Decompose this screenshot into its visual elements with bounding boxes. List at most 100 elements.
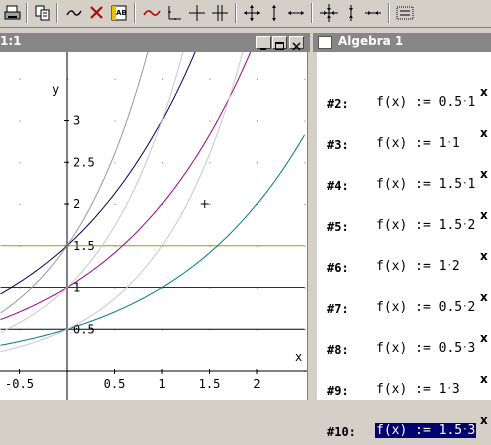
plot-window: 1:1 -0.50.511.52-0.50.511.522.53xy bbox=[0, 33, 310, 400]
expression-exponent: x bbox=[480, 331, 488, 345]
expression-label: #6: bbox=[327, 261, 349, 275]
x-axis-label: x bbox=[295, 350, 302, 364]
origin-axes-button[interactable] bbox=[163, 2, 185, 24]
grid-dot bbox=[304, 245, 306, 247]
copy-button[interactable] bbox=[32, 2, 54, 24]
vertical-arrows-icon bbox=[272, 5, 276, 21]
crosshair-button[interactable] bbox=[186, 2, 208, 24]
trace-mode-button[interactable] bbox=[141, 2, 163, 24]
plot-expression-button[interactable] bbox=[63, 2, 85, 24]
pan-button[interactable] bbox=[241, 2, 263, 24]
x-tick-label: 2 bbox=[253, 377, 260, 391]
zoom-horizontal-button[interactable] bbox=[285, 2, 307, 24]
expression-prefix: f(x) := bbox=[376, 382, 439, 397]
algebra-row[interactable]: #3: f(x) := 1·1 x bbox=[317, 126, 491, 158]
expression-base: 2 bbox=[467, 218, 476, 233]
close-icon bbox=[292, 42, 301, 51]
printer-icon bbox=[4, 5, 21, 20]
x-tick-label: 1.5 bbox=[199, 377, 221, 391]
expression-label: #5: bbox=[327, 220, 349, 234]
maximize-button[interactable] bbox=[272, 36, 287, 50]
algebra-row[interactable]: #2: f(x) := 0.5·1 x bbox=[317, 85, 491, 117]
ab-icon: AB bbox=[111, 5, 127, 21]
expression-exponent: x bbox=[480, 85, 488, 99]
y-tick-label: 2 bbox=[73, 197, 80, 211]
grid-crosshair-button[interactable] bbox=[209, 2, 231, 24]
zoom-in-button[interactable] bbox=[318, 2, 340, 24]
expression-label: #8: bbox=[327, 343, 349, 357]
grid-dot bbox=[209, 120, 211, 122]
expression-label: #2: bbox=[327, 97, 349, 111]
expression-coefficient: 1.5 bbox=[438, 218, 463, 233]
expression-exponent: x bbox=[480, 167, 488, 181]
grid-dot bbox=[304, 204, 306, 205]
plot-window-title: 1:1 bbox=[0, 34, 22, 48]
expression-label: #3: bbox=[327, 138, 349, 152]
expression[interactable]: f(x) := 0.5·2 bbox=[375, 300, 476, 315]
coordinates-button[interactable] bbox=[394, 2, 416, 24]
algebra-row[interactable]: #4: f(x) := 1.5·1 x bbox=[317, 167, 491, 199]
zoom-out-vertical-button[interactable] bbox=[340, 2, 362, 24]
grid-dot bbox=[257, 162, 258, 164]
expression-exponent: x bbox=[480, 249, 488, 263]
compress-vertical-icon bbox=[349, 5, 353, 21]
axes-icon bbox=[168, 6, 181, 20]
plot-curve-icon bbox=[66, 10, 82, 16]
algebra-row[interactable]: #7: f(x) := 0.5·2 x bbox=[317, 290, 491, 322]
expression-base: 1 bbox=[451, 136, 460, 151]
grid-dot bbox=[162, 78, 163, 80]
grid-dot bbox=[19, 78, 21, 80]
grid-dot bbox=[304, 120, 306, 122]
plot-area[interactable]: -0.50.511.52-0.50.511.522.53xy bbox=[0, 52, 307, 400]
algebra-row[interactable]: #6: f(x) := 1·2 x bbox=[317, 249, 491, 281]
y-tick-label: 3 bbox=[73, 114, 80, 128]
grid-dot bbox=[19, 204, 21, 205]
print-button[interactable] bbox=[2, 2, 24, 24]
trace-curve-icon bbox=[143, 10, 161, 16]
algebra-row[interactable]: #8: f(x) := 0.5·3 x bbox=[317, 331, 491, 363]
expression-prefix: f(x) := bbox=[376, 95, 439, 110]
zoom-vertical-button[interactable] bbox=[263, 2, 285, 24]
expression[interactable]: f(x) := 1.5·1 bbox=[375, 177, 476, 192]
compress-horizontal-icon bbox=[365, 11, 381, 15]
grid-dot bbox=[304, 329, 306, 331]
grid-dot bbox=[209, 78, 211, 80]
algebra-expression-list: #2: f(x) := 0.5·1 x #3: f(x) := 1·1 x #4: f(x) … bbox=[317, 52, 491, 439]
grid-dot bbox=[304, 162, 306, 164]
zoom-out-horizontal-button[interactable] bbox=[362, 2, 384, 24]
expression[interactable]: f(x) := 1·1 bbox=[375, 136, 461, 151]
grid-crosshair-icon bbox=[212, 5, 228, 21]
move-arrows-icon bbox=[244, 5, 260, 21]
expression-exponent: x bbox=[480, 208, 488, 222]
minimize-button[interactable] bbox=[256, 36, 271, 50]
grid-dot bbox=[209, 162, 211, 164]
grid-dot bbox=[304, 78, 306, 80]
expression-exponent: x bbox=[480, 372, 488, 386]
expression[interactable]: f(x) := 0.5·1 bbox=[375, 95, 476, 110]
auto-scale-button[interactable]: AB bbox=[108, 2, 130, 24]
grid-dot bbox=[114, 78, 116, 80]
expression-prefix: f(x) := bbox=[376, 218, 439, 233]
expression-label: #7: bbox=[327, 302, 349, 316]
algebra-titlebar: Algebra 1 bbox=[313, 33, 491, 52]
grid-dot bbox=[257, 78, 258, 80]
curve-series bbox=[0, 52, 149, 314]
close-button[interactable] bbox=[289, 36, 304, 51]
expression[interactable]: f(x) := 0.5·3 bbox=[375, 341, 476, 356]
y-axis-label: y bbox=[52, 82, 59, 96]
expression-exponent: x bbox=[480, 126, 488, 140]
algebra-row[interactable]: #5: f(x) := 1.5·2 x bbox=[317, 208, 491, 240]
selected-expression[interactable]: f(x) := 1.5·3 bbox=[375, 423, 477, 438]
expression-prefix: f(x) := bbox=[376, 300, 439, 315]
expression[interactable]: f(x) := 1·2 bbox=[375, 259, 461, 274]
expression-exponent: x bbox=[480, 290, 488, 304]
algebra-row[interactable]: #10: f(x) := 1.5·3 x bbox=[317, 413, 491, 445]
expression[interactable]: f(x) := 1·3 bbox=[375, 382, 461, 397]
expression[interactable]: f(x) := 1.5·2 bbox=[375, 218, 476, 233]
expression-coefficient: 0.5 bbox=[438, 300, 463, 315]
plot-window-border bbox=[307, 52, 310, 400]
grid-dot bbox=[304, 287, 306, 289]
grid-dot bbox=[257, 120, 258, 122]
crosshair-icon bbox=[189, 5, 205, 21]
delete-plot-button[interactable] bbox=[86, 2, 108, 24]
